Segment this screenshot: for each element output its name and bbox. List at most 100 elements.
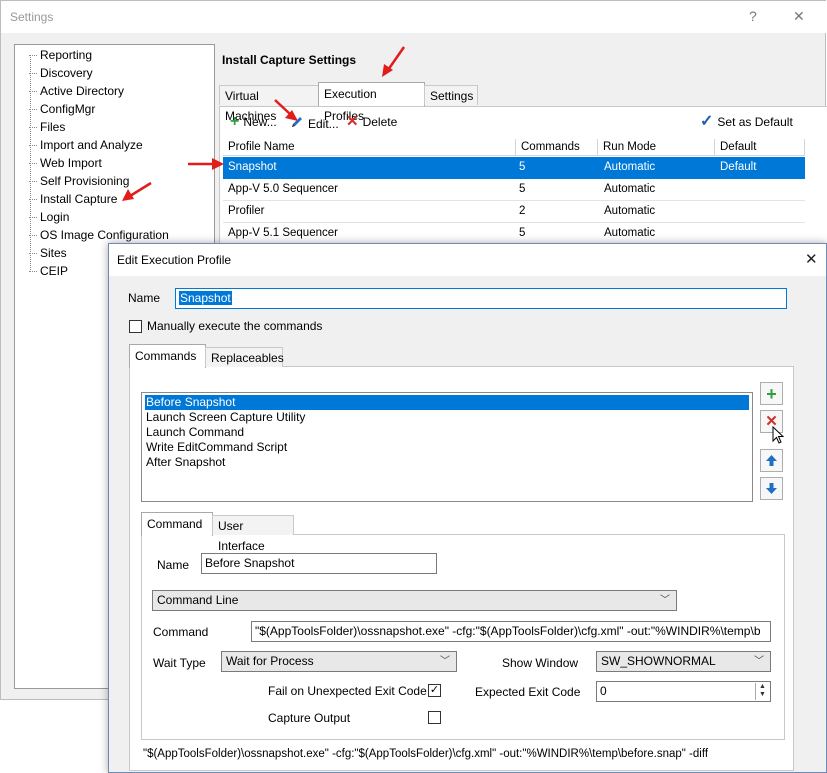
show-window-label: Show Window [502,656,579,670]
command-name-label: Name [157,558,190,572]
cell-run-mode: Automatic [604,161,656,173]
manual-execute-label: Manually execute the commands [147,319,323,333]
column-header-profile-name[interactable]: Profile Name [223,139,516,156]
annotation-arrow-icon [274,99,298,121]
chevron-down-icon: ﹀ [440,656,450,667]
column-header-run-mode[interactable]: Run Mode [598,139,715,156]
tab-virtual-machines[interactable]: Virtual Machines [219,85,319,123]
cell-commands: 5 [519,183,526,195]
show-window-select[interactable]: SW_SHOWNORMAL ﹀ [596,651,771,672]
checkmark-icon: ✓ [700,113,714,130]
cell-profile-name: App-V 5.1 Sequencer [228,227,338,239]
cell-profile-name: Snapshot [228,161,277,173]
expected-exit-code-label: Expected Exit Code [475,685,581,699]
wait-type-value: Wait for Process [226,654,314,668]
dialog-title: Edit Execution Profile [117,253,232,267]
annotation-arrow-icon [122,181,152,201]
cell-profile-name: App-V 5.0 Sequencer [228,183,338,195]
tree-item-import-and-analyze[interactable]: Import and Analyze [29,138,143,152]
profile-name-value: Snapshot [179,291,232,305]
list-item[interactable]: Before Snapshot [145,395,749,410]
capture-output-label: Capture Output [268,711,351,725]
column-header-commands[interactable]: Commands [516,139,598,156]
cell-profile-name: Profiler [228,205,265,217]
annotation-arrow-icon [382,46,406,77]
window-title: Settings [10,10,54,24]
expected-exit-code-input[interactable]: 0 ▲ ▼ [596,681,771,702]
list-item[interactable]: Launch Command [145,425,244,440]
set-as-default-label: Set as Default [717,115,793,129]
tree-item-install-capture[interactable]: Install Capture [28,192,117,206]
fail-on-exit-code-checkbox[interactable]: ✓ [428,684,441,697]
command-label: Command [153,625,209,639]
table-row[interactable]: Profiler 2 Automatic [223,201,805,223]
wait-type-select[interactable]: Wait for Process ﹀ [221,651,457,672]
annotation-arrow-icon [188,158,224,170]
cell-commands: 5 [519,227,526,239]
tree-item-files[interactable]: Files [28,120,65,134]
table-row[interactable]: App-V 5.1 Sequencer 5 Automatic [223,223,805,245]
tree-item-web-import[interactable]: Web Import [29,156,102,170]
dialog-titlebar: Edit Execution Profile ✕ [109,244,826,276]
command-preview: "$(AppToolsFolder)\ossnapshot.exe" -cfg:… [143,748,709,760]
chevron-down-icon: ﹀ [754,656,764,667]
list-item[interactable]: Launch Screen Capture Utility [145,410,305,425]
delete-label: Delete [362,115,398,129]
chevron-down-icon: ﹀ [660,595,670,606]
plus-icon: + [766,383,777,404]
profile-name-label: Name [128,291,161,305]
command-name-input[interactable]: Before Snapshot [201,553,437,574]
arrow-down-icon [766,483,777,494]
command-type-value: Command Line [157,593,239,607]
tab-user-interface[interactable]: User Interface [212,515,294,553]
table-row[interactable]: Snapshot 5 Automatic Default [223,157,805,179]
cell-default: Default [720,161,757,173]
tree-item-active-directory[interactable]: Active Directory [28,84,124,98]
tree-item-reporting[interactable]: Reporting [28,48,92,62]
cell-commands: 2 [519,205,526,217]
tree-item-ceip[interactable]: CEIP [28,264,68,278]
list-item[interactable]: Write EditCommand Script [145,440,287,455]
section-title: Install Capture Settings [222,53,357,67]
command-input[interactable]: "$(AppToolsFolder)\ossnapshot.exe" -cfg:… [251,621,771,642]
tree-item-login[interactable]: Login [28,210,69,224]
move-up-button[interactable] [760,449,783,472]
list-item[interactable]: After Snapshot [145,455,225,470]
settings-titlebar: Settings ? ✕ [1,1,827,33]
command-type-select[interactable]: Command Line ﹀ [152,590,677,611]
tab-command[interactable]: Command [141,512,213,536]
commands-list: Before Snapshot Launch Screen Capture Ut… [141,392,753,502]
tree-item-configmgr[interactable]: ConfigMgr [28,102,95,116]
tab-execution-profiles[interactable]: Execution Profiles [318,82,425,123]
new-button[interactable]: + New... [230,113,277,130]
tree-item-sites[interactable]: Sites [29,246,67,260]
tab-settings[interactable]: Settings [424,85,478,105]
plus-icon: + [230,113,240,130]
wait-type-label: Wait Type [153,656,206,670]
delete-button[interactable]: ✕ Delete [346,114,398,129]
table-row[interactable]: App-V 5.0 Sequencer 5 Automatic [223,179,805,201]
capture-output-checkbox[interactable] [428,711,441,724]
edit-label: Edit... [308,116,339,131]
add-command-button[interactable]: + [760,382,783,405]
column-header-default[interactable]: Default [715,139,805,156]
tab-commands[interactable]: Commands [129,344,206,368]
manual-execute-checkbox[interactable] [129,320,142,333]
cell-run-mode: Automatic [604,227,656,239]
set-as-default-button[interactable]: ✓ Set as Default [700,113,793,130]
help-button[interactable]: ? [749,8,757,24]
spin-buttons[interactable]: ▲ ▼ [755,683,769,700]
tree-item-self-provisioning[interactable]: Self Provisioning [28,174,129,188]
cell-run-mode: Automatic [604,183,656,195]
dialog-close-button[interactable]: ✕ [805,250,818,268]
cell-run-mode: Automatic [604,205,656,217]
arrow-up-icon [766,455,777,466]
cell-commands: 5 [519,161,526,173]
tree-item-os-image-configuration[interactable]: OS Image Configuration [29,228,169,242]
tree-item-discovery[interactable]: Discovery [29,66,93,80]
move-down-button[interactable] [760,477,783,500]
tab-replaceables[interactable]: Replaceables [205,347,284,367]
profile-name-input[interactable]: Snapshot [175,288,787,309]
close-button[interactable]: ✕ [793,8,805,25]
mouse-cursor-icon [772,426,785,444]
